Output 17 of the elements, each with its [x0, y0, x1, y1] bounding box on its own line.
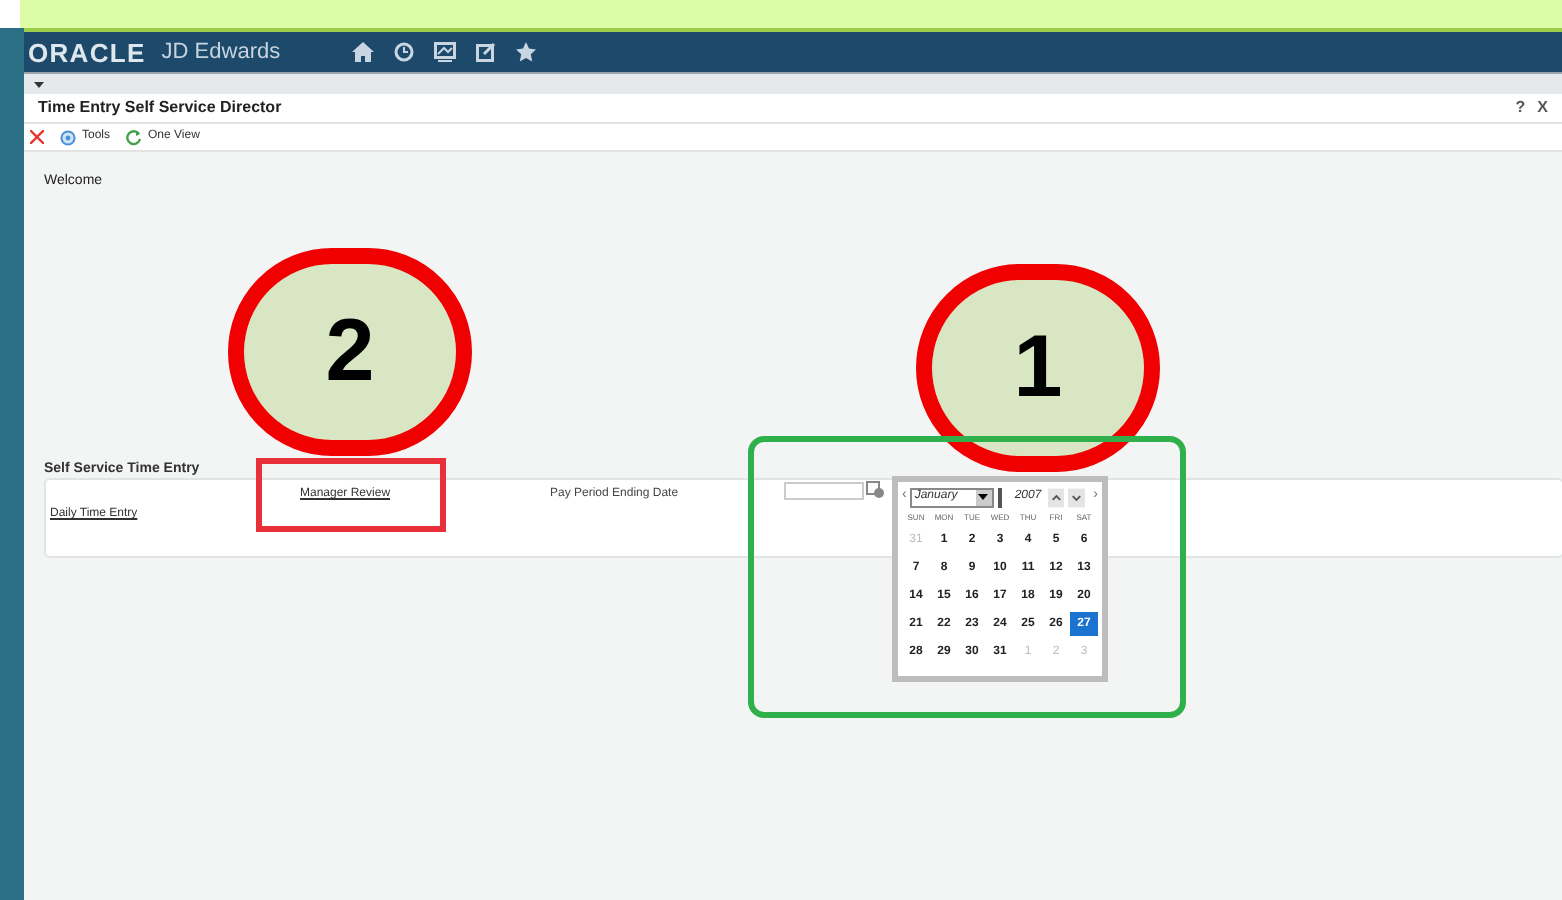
close-button[interactable]: X [1537, 96, 1548, 120]
refresh-icon[interactable] [126, 129, 143, 145]
help-button[interactable]: ? [1515, 96, 1526, 120]
chart-icon[interactable] [434, 42, 457, 62]
edit-icon[interactable] [476, 42, 497, 62]
form-title: Time Entry Self Service Director [38, 96, 282, 120]
calendar-icon[interactable] [866, 480, 884, 498]
date-field[interactable] [784, 482, 864, 500]
product-name: JD Edwards [161, 41, 281, 63]
logo: ORACLE [28, 39, 146, 65]
close-icon[interactable] [30, 130, 44, 144]
home-icon[interactable] [352, 42, 375, 62]
caret-icon[interactable] [34, 81, 44, 87]
dropdown-arrow-icon[interactable] [975, 489, 992, 505]
star-icon[interactable] [516, 42, 537, 62]
gear-icon[interactable] [60, 129, 76, 145]
clock-icon[interactable] [394, 42, 415, 62]
